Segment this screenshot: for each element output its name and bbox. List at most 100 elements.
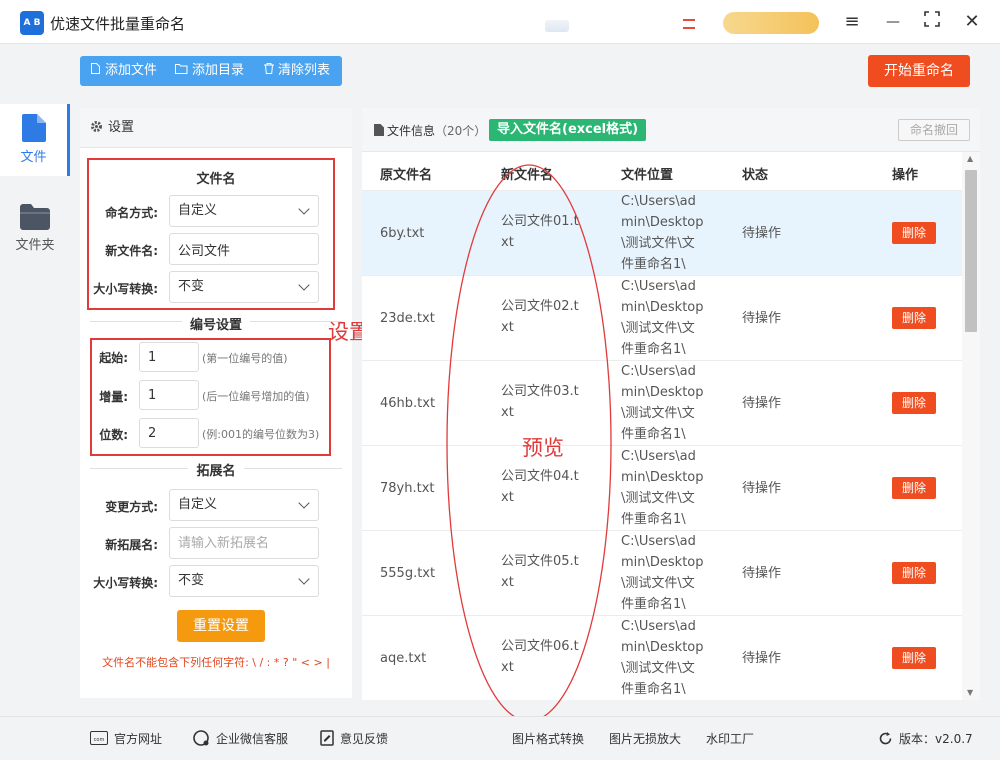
file-panel-header: 文件信息（20个） 导入文件名(excel格式) 命名撤回 xyxy=(362,108,980,152)
ext-mode-label: 变更方式: xyxy=(105,500,158,514)
titlebar-flag-icon[interactable] xyxy=(683,13,695,33)
delete-button[interactable]: 删除 xyxy=(892,562,936,584)
nav-folder-label: 文件夹 xyxy=(15,238,55,253)
file-location: C:\Users\admin\Desktop\测试文件\文件重命名1\ xyxy=(621,279,704,357)
column-header-action: 操作 xyxy=(892,168,919,183)
file-location: C:\Users\admin\Desktop\测试文件\文件重命名1\ xyxy=(621,449,704,527)
column-header-location: 文件位置 xyxy=(621,168,674,183)
vertical-scrollbar[interactable]: ▲ ▼ xyxy=(962,152,980,700)
wechat-support-link[interactable]: 企业微信客服 xyxy=(192,730,288,749)
file-status: 待操作 xyxy=(742,651,782,666)
website-icon: com xyxy=(90,731,108,748)
add-file-button[interactable]: 添加文件 xyxy=(91,56,157,86)
app-logo: A B xyxy=(20,11,44,35)
wechat-icon xyxy=(192,730,210,749)
add-file-label: 添加文件 xyxy=(105,63,158,78)
svg-text:com: com xyxy=(94,737,105,743)
official-website-link[interactable]: com 官方网址 xyxy=(90,730,162,748)
file-status: 待操作 xyxy=(742,566,782,581)
settings-header: 设置 xyxy=(80,108,352,148)
ext-case-label: 大小写转换: xyxy=(93,576,158,590)
delete-button[interactable]: 删除 xyxy=(892,222,936,244)
menu-icon[interactable]: ≡ xyxy=(840,10,864,34)
reset-settings-button[interactable]: 重置设置 xyxy=(177,610,265,642)
folder-icon xyxy=(20,204,50,230)
image-format-convert-link[interactable]: 图片格式转换 xyxy=(512,730,584,747)
delete-button[interactable]: 删除 xyxy=(892,307,936,329)
chevron-down-icon xyxy=(298,573,310,585)
delete-button[interactable]: 删除 xyxy=(892,647,936,669)
import-excel-button[interactable]: 导入文件名(excel格式) xyxy=(489,119,647,141)
document-icon xyxy=(374,124,384,139)
undo-rename-button[interactable]: 命名撤回 xyxy=(898,119,970,141)
left-nav: 文件 文件夹 xyxy=(0,44,70,716)
original-filename: 78yh.txt xyxy=(380,481,435,496)
delete-button[interactable]: 删除 xyxy=(892,392,936,414)
gear-icon xyxy=(90,110,103,150)
delete-button[interactable]: 删除 xyxy=(892,477,936,499)
original-filename: 23de.txt xyxy=(380,311,435,326)
clear-list-button[interactable]: 清除列表 xyxy=(264,56,330,86)
file-icon xyxy=(21,114,46,142)
footer: com 官方网址 企业微信客服 意见反馈 图片格式转换 图片无损放大 水印工厂 版… xyxy=(0,716,1000,760)
file-status: 待操作 xyxy=(742,311,782,326)
scroll-up-icon[interactable]: ▲ xyxy=(967,154,973,163)
invalid-chars-warning: 文件名不能包含下列任何字符: \ / : * ? " < > | xyxy=(102,656,330,669)
numbering-highlight-box xyxy=(90,338,331,456)
title-bar: A B 优速文件批量重命名 ≡ — ✕ xyxy=(0,0,1000,44)
original-filename: 46hb.txt xyxy=(380,396,436,411)
numbering-section-label: 编号设置 xyxy=(181,318,250,333)
file-status: 待操作 xyxy=(742,226,782,241)
extension-section-label: 拓展名 xyxy=(188,464,244,479)
maximize-icon[interactable] xyxy=(920,10,944,34)
scroll-thumb[interactable] xyxy=(965,170,977,332)
original-filename: aqe.txt xyxy=(380,651,427,666)
settings-title: 设置 xyxy=(108,120,135,135)
image-lossless-enlarge-link[interactable]: 图片无损放大 xyxy=(609,730,681,747)
ext-case-value: 不变 xyxy=(178,573,205,588)
settings-panel: 设置 文件名 命名方式: 自定义 新文件名: 大小写转换: 不变 编号设置 起始… xyxy=(80,108,352,698)
original-filename: 6by.txt xyxy=(380,226,425,241)
website-label: 官方网址 xyxy=(114,732,163,746)
add-directory-button[interactable]: 添加目录 xyxy=(175,56,244,86)
wechat-label: 企业微信客服 xyxy=(216,732,289,746)
extension-section-title: 拓展名 xyxy=(80,460,352,479)
file-location: C:\Users\admin\Desktop\测试文件\文件重命名1\ xyxy=(621,534,704,612)
titlebar-badge-icon[interactable] xyxy=(545,20,569,32)
preview-annotation: 预览 xyxy=(522,436,564,460)
nav-item-folder[interactable]: 文件夹 xyxy=(0,194,70,266)
close-icon[interactable]: ✕ xyxy=(960,10,984,34)
add-directory-icon xyxy=(175,56,188,86)
version-info: 版本：v2.0.7 xyxy=(878,730,973,749)
ext-mode-select[interactable]: 自定义 xyxy=(169,489,319,521)
start-rename-button[interactable]: 开始重命名 xyxy=(868,55,970,87)
minimize-icon[interactable]: — xyxy=(881,10,905,34)
nav-item-file[interactable]: 文件 xyxy=(0,104,70,176)
file-info-title: 文件信息（20个） xyxy=(374,122,486,139)
feedback-icon xyxy=(320,730,334,749)
watermark-factory-link[interactable]: 水印工厂 xyxy=(706,730,754,747)
scroll-down-icon[interactable]: ▼ xyxy=(967,688,973,697)
column-header-original: 原文件名 xyxy=(380,168,433,183)
column-header-status: 状态 xyxy=(742,168,769,183)
ext-mode-value: 自定义 xyxy=(178,497,218,512)
feedback-label: 意见反馈 xyxy=(340,732,389,746)
new-extension-label: 新拓展名: xyxy=(105,538,158,552)
trash-icon xyxy=(264,56,274,86)
chevron-down-icon xyxy=(298,497,310,509)
file-info-label: 文件信息 xyxy=(387,124,436,138)
file-location: C:\Users\admin\Desktop\测试文件\文件重命名1\ xyxy=(621,364,704,442)
file-location: C:\Users\admin\Desktop\测试文件\文件重命名1\ xyxy=(621,619,704,697)
filename-highlight-box xyxy=(87,158,335,310)
new-extension-input[interactable] xyxy=(169,527,319,559)
original-filename: 555g.txt xyxy=(380,566,436,581)
version-label: 版本： xyxy=(899,732,936,746)
file-status: 待操作 xyxy=(742,396,782,411)
feedback-link[interactable]: 意见反馈 xyxy=(320,730,388,749)
titlebar-vip-banner[interactable] xyxy=(723,12,819,34)
file-location: C:\Users\admin\Desktop\测试文件\文件重命名1\ xyxy=(621,194,704,272)
ext-case-select[interactable]: 不变 xyxy=(169,565,319,597)
numbering-section-title: 编号设置 xyxy=(80,314,352,333)
add-directory-label: 添加目录 xyxy=(192,63,245,78)
clear-list-label: 清除列表 xyxy=(278,63,331,78)
